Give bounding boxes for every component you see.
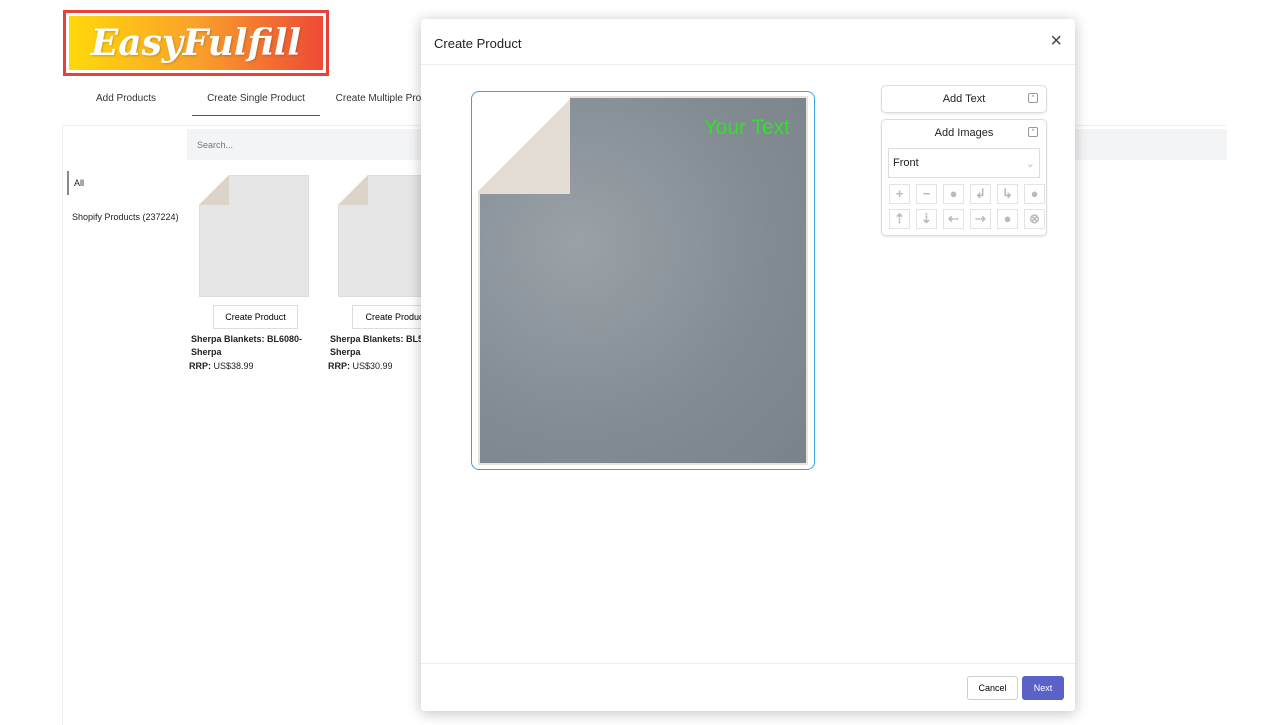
sidebar-item-shopify-products[interactable]: Shopify Products (237224) — [72, 212, 179, 222]
circle-icon[interactable]: ● — [943, 184, 964, 204]
sidebar-item-all[interactable]: All — [67, 171, 89, 195]
product-card: Create Product Sherpa Blankets: BL6080-S… — [186, 175, 316, 374]
canvas-text[interactable]: Your Text — [704, 116, 790, 140]
modal-footer: Cancel Next — [421, 663, 1075, 711]
modal-header: Create Product × — [421, 19, 1075, 65]
rrp-label: RRP: — [189, 361, 211, 371]
collapse-icon[interactable]: ^ — [1028, 127, 1038, 137]
tab-add-products[interactable]: Add Products — [62, 86, 190, 116]
rrp-label: RRP: — [328, 361, 350, 371]
logo: EasyFulfill — [63, 10, 329, 76]
tab-create-single-product[interactable]: Create Single Product — [192, 86, 320, 116]
product-price: RRP: US$38.99 — [189, 359, 316, 374]
next-button[interactable]: Next — [1022, 676, 1064, 700]
tabs: Add Products Create Single Product Creat… — [62, 86, 448, 116]
add-text-label: Add Text — [942, 93, 986, 105]
add-images-section: Add Images ^ Front ⌄ + − ● ↲ ↳ ● ⇡ ⇣ ⇠ ⇢ ●… — [881, 119, 1047, 236]
view-select-value: Front — [893, 157, 919, 169]
title-line: Sherpa Blankets: BL5 — [330, 334, 424, 344]
price-value: US$38.99 — [213, 361, 254, 371]
circle-icon[interactable]: ● — [997, 209, 1018, 229]
move-down-icon[interactable]: ⇣ — [916, 209, 937, 229]
rotate-right-icon[interactable]: ↳ — [997, 184, 1018, 204]
modal-title: Create Product — [434, 36, 522, 51]
cancel-button[interactable]: Cancel — [967, 676, 1018, 700]
product-title: Sherpa Blankets: BL6080-Sherpa — [191, 334, 303, 357]
delete-icon[interactable]: ⊗ — [1024, 209, 1045, 229]
move-up-icon[interactable]: ⇡ — [889, 209, 910, 229]
view-select[interactable]: Front ⌄ — [888, 148, 1040, 178]
tool-panel: Add Text ^ Add Images ^ Front ⌄ + − ● ↲ ↳ ●… — [881, 85, 1047, 242]
blanket-preview: Your Text — [478, 96, 808, 465]
add-images-label[interactable]: Add Images — [882, 120, 1046, 146]
logo-text: EasyFulfill — [69, 16, 323, 70]
chevron-down-icon: ⌄ — [1025, 158, 1035, 170]
create-product-modal: Create Product × Your Text Add Text ^ Add… — [421, 19, 1075, 711]
title-line: Sherpa — [330, 347, 361, 357]
design-canvas[interactable]: Your Text — [471, 91, 815, 470]
rotate-left-icon[interactable]: ↲ — [970, 184, 991, 204]
move-left-icon[interactable]: ⇠ — [943, 209, 964, 229]
tool-grid: + − ● ↲ ↳ ● ⇡ ⇣ ⇠ ⇢ ● ⊗ — [882, 184, 1046, 235]
product-image — [199, 175, 309, 297]
move-right-icon[interactable]: ⇢ — [970, 209, 991, 229]
price-value: US$30.99 — [352, 361, 393, 371]
plus-icon[interactable]: + — [889, 184, 910, 204]
minus-icon[interactable]: − — [916, 184, 937, 204]
collapse-icon[interactable]: ^ — [1028, 93, 1038, 103]
close-icon[interactable]: × — [1050, 31, 1062, 51]
add-text-button[interactable]: Add Text ^ — [881, 85, 1047, 113]
circle-icon[interactable]: ● — [1024, 184, 1045, 204]
create-product-button[interactable]: Create Product — [213, 305, 298, 329]
